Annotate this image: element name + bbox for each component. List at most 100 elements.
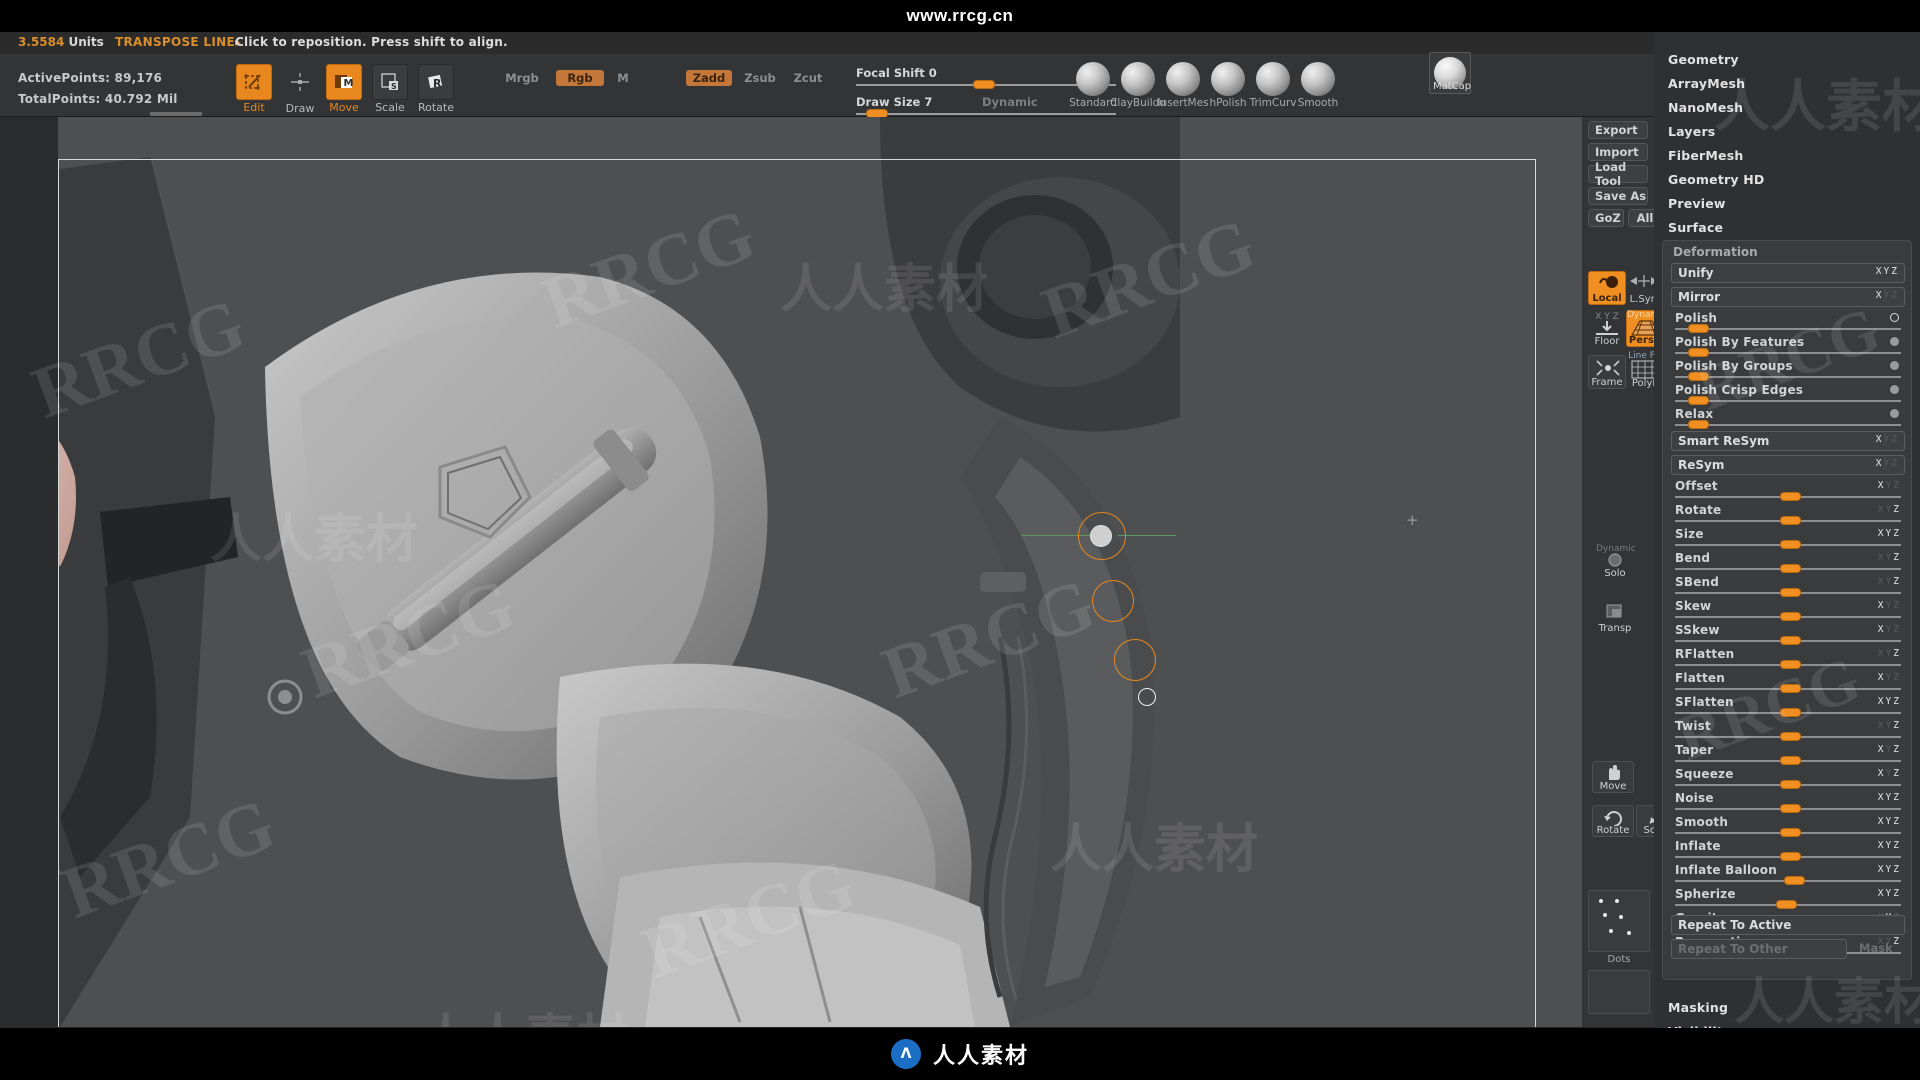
dots-preview[interactable]: Dots [1588, 890, 1650, 965]
deformation-sskew-slider[interactable]: SSkew XYZ [1671, 623, 1905, 645]
deformation-rflatten-axes[interactable]: XYZ [1878, 648, 1901, 659]
deformation-polish-by-groups-slider[interactable]: Polish By Groups [1671, 359, 1905, 381]
repeat-to-active-button[interactable]: Repeat To Active [1671, 915, 1905, 935]
goz-button[interactable]: GoZ [1588, 209, 1624, 227]
deformation-polish-radio-open[interactable] [1890, 313, 1899, 322]
draw-size-slider[interactable] [856, 109, 1116, 118]
transpose-handle-inner[interactable] [1090, 525, 1112, 547]
deformation-squeeze-slider[interactable]: Squeeze XYZ [1671, 767, 1905, 789]
export-button[interactable]: Export [1588, 121, 1648, 139]
deformation-rotate-axes[interactable]: XYZ [1878, 504, 1901, 515]
deformation-taper-knob[interactable] [1780, 756, 1801, 765]
deformation-flatten-knob[interactable] [1780, 684, 1801, 693]
deformation-spherize-knob[interactable] [1775, 900, 1797, 909]
brush-insertmesh[interactable]: InsertMes [1157, 62, 1209, 109]
transpose-handle-mid[interactable] [1092, 580, 1134, 622]
deformation-skew-knob[interactable] [1780, 612, 1801, 621]
zsub-toggle[interactable]: Zsub [740, 70, 780, 86]
deformation-mirror-axes[interactable]: XYZ [1876, 290, 1899, 301]
deformation-offset-axes[interactable]: XYZ [1878, 480, 1901, 491]
deformation-smooth-axes[interactable]: XYZ [1878, 816, 1901, 827]
deformation-rotate-knob[interactable] [1780, 516, 1801, 525]
deformation-bend-knob[interactable] [1780, 564, 1801, 573]
deformation-taper-slider[interactable]: Taper XYZ [1671, 743, 1905, 765]
palette-item-nanomesh[interactable]: NanoMesh [1668, 100, 1743, 115]
zadd-toggle[interactable]: Zadd [686, 70, 732, 86]
deformation-title[interactable]: Deformation [1673, 245, 1758, 259]
deformation-skew-slider[interactable]: Skew XYZ [1671, 599, 1905, 621]
rgb-toggle[interactable]: Rgb [556, 70, 604, 86]
deformation-rotate-slider[interactable]: Rotate XYZ [1671, 503, 1905, 525]
deformation-resym-button[interactable]: ReSym XYZ [1671, 455, 1905, 475]
deformation-inflate-balloon-axes[interactable]: XYZ [1878, 864, 1901, 875]
deformation-polish-crisp-edges-slider[interactable]: Polish Crisp Edges [1671, 383, 1905, 405]
move-gizmo-button[interactable]: Move [1592, 761, 1634, 793]
zcut-toggle[interactable]: Zcut [788, 70, 828, 86]
deformation-skew-axes[interactable]: XYZ [1878, 600, 1901, 611]
edit-button[interactable]: Edit [236, 64, 272, 114]
deformation-rflatten-slider[interactable]: RFlatten XYZ [1671, 647, 1905, 669]
secondary-preview-box[interactable] [1588, 970, 1650, 1014]
focal-shift-knob[interactable] [973, 80, 995, 89]
deformation-sskew-axes[interactable]: XYZ [1878, 624, 1901, 635]
deformation-sbend-knob[interactable] [1780, 588, 1801, 597]
deformation-spherize-axes[interactable]: XYZ [1878, 888, 1901, 899]
draw-button[interactable]: Draw [282, 64, 318, 115]
mrgb-toggle[interactable]: Mrgb [500, 70, 544, 86]
deformation-size-knob[interactable] [1780, 540, 1801, 549]
deformation-relax-track[interactable] [1675, 424, 1901, 426]
m-toggle[interactable]: M [614, 70, 632, 86]
deformation-relax-slider[interactable]: Relax [1671, 407, 1905, 429]
deformation-rflatten-knob[interactable] [1780, 660, 1801, 669]
deformation-inflate-axes[interactable]: XYZ [1878, 840, 1901, 851]
brush-smooth[interactable]: Smooth [1298, 62, 1338, 109]
deformation-polish-knob[interactable] [1687, 324, 1709, 333]
deformation-polish-by-groups-knob[interactable] [1687, 372, 1709, 381]
viewport[interactable]: + RRCG RRCG RRCG RRCG RRCG RRCG RRCG 人人素… [0, 117, 1582, 1027]
deformation-polish-by-features-slider[interactable]: Polish By Features [1671, 335, 1905, 357]
palette-item-arraymesh[interactable]: ArrayMesh [1668, 76, 1745, 91]
save-as-button[interactable]: Save As [1588, 187, 1648, 205]
deformation-offset-slider[interactable]: Offset XYZ [1671, 479, 1905, 501]
local-symmetry-button[interactable]: Local [1588, 271, 1626, 305]
deformation-polish-track[interactable] [1675, 328, 1901, 330]
palette-item-masking[interactable]: Masking [1668, 1000, 1728, 1015]
deformation-size-axes[interactable]: XYZ [1878, 528, 1901, 539]
deformation-spherize-slider[interactable]: Spherize XYZ [1671, 887, 1905, 909]
deformation-squeeze-axes[interactable]: XYZ [1878, 768, 1901, 779]
deformation-sflatten-slider[interactable]: SFlatten XYZ [1671, 695, 1905, 717]
deformation-unify-axes[interactable]: XYZ [1876, 266, 1899, 277]
palette-item-geometry[interactable]: Geometry [1668, 52, 1739, 67]
deformation-sbend-slider[interactable]: SBend XYZ [1671, 575, 1905, 597]
deformation-flatten-slider[interactable]: Flatten XYZ [1671, 671, 1905, 693]
brush-standard[interactable]: Standard [1069, 62, 1117, 109]
load-tool-button[interactable]: Load Tool [1588, 160, 1648, 188]
floor-button[interactable]: X Y Z Floor [1588, 312, 1626, 347]
scale-button[interactable]: S Scale [372, 64, 408, 114]
deformation-twist-knob[interactable] [1780, 732, 1801, 741]
move-button[interactable]: M Move [326, 64, 362, 114]
palette-item-preview[interactable]: Preview [1668, 196, 1726, 211]
brush-hpolish[interactable]: hPolish [1210, 62, 1247, 109]
rotate-button[interactable]: R Rotate [418, 64, 454, 114]
deformation-mirror-button[interactable]: Mirror XYZ [1671, 287, 1905, 307]
deformation-smooth-slider[interactable]: Smooth XYZ [1671, 815, 1905, 837]
deformation-size-slider[interactable]: Size XYZ [1671, 527, 1905, 549]
deformation-inflate-balloon-knob[interactable] [1784, 876, 1806, 885]
deformation-polish-crisp-edges-knob[interactable] [1687, 396, 1709, 405]
deformation-resym-axes[interactable]: XYZ [1876, 458, 1899, 469]
deformation-inflate-balloon-slider[interactable]: Inflate Balloon XYZ [1671, 863, 1905, 885]
deformation-smart-resym-button[interactable]: Smart ReSym XYZ [1671, 431, 1905, 451]
rotate-gizmo-button[interactable]: Rotate [1592, 805, 1634, 837]
deformation-bend-slider[interactable]: Bend XYZ [1671, 551, 1905, 573]
palette-item-surface[interactable]: Surface [1668, 220, 1723, 235]
deformation-noise-axes[interactable]: XYZ [1878, 792, 1901, 803]
brush-trimcurve[interactable]: TrimCurv [1250, 62, 1296, 109]
deformation-polish-crisp-edges-track[interactable] [1675, 400, 1901, 402]
deformation-sbend-axes[interactable]: XYZ [1878, 576, 1901, 587]
frame-button[interactable]: Frame [1588, 355, 1626, 389]
transpose-axis-line-right[interactable] [1118, 535, 1176, 536]
deformation-sskew-knob[interactable] [1780, 636, 1801, 645]
deformation-noise-knob[interactable] [1780, 804, 1801, 813]
mask-toggle[interactable]: Mask [1859, 941, 1893, 955]
